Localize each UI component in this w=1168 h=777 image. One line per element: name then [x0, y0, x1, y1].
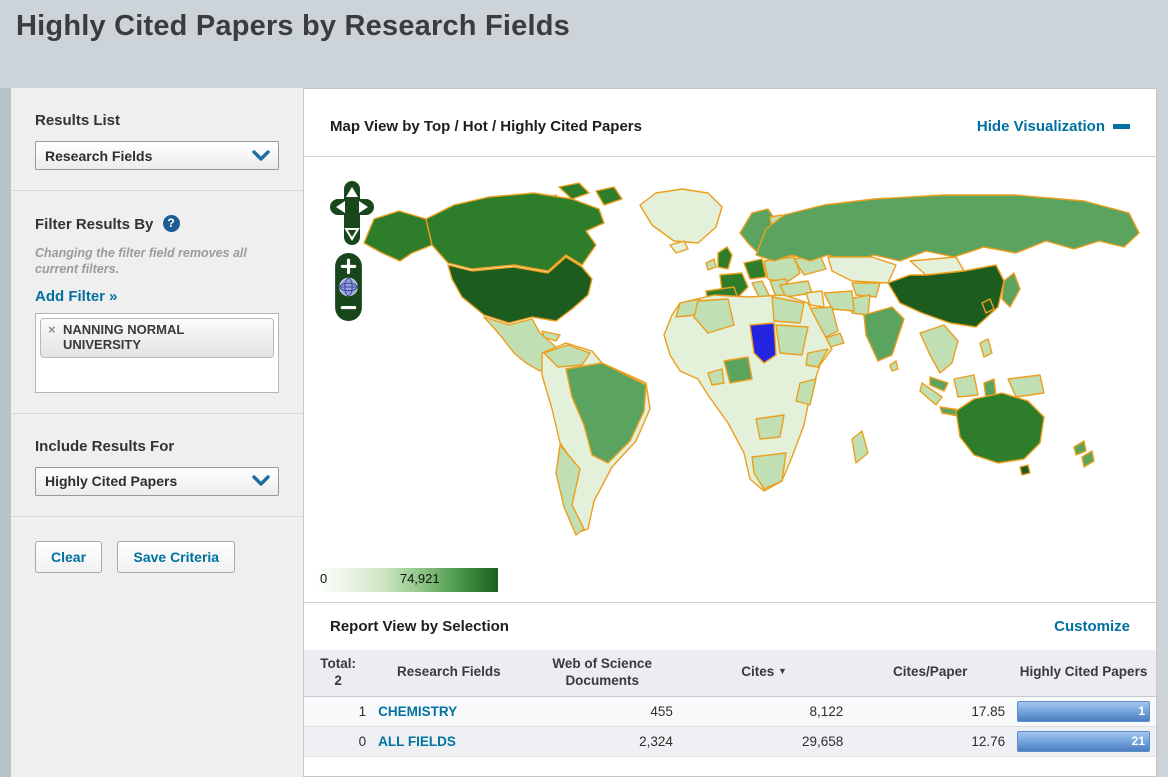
cites-value: 8,122: [678, 696, 850, 727]
col-cites-sortable[interactable]: Cites ▼: [678, 650, 850, 697]
include-results-section: Include Results For Highly Cited Papers: [11, 412, 303, 516]
cites-value: 29,658: [678, 726, 850, 757]
results-list-dropdown[interactable]: Research Fields: [35, 141, 279, 170]
highly-cited-bar: 1: [1017, 700, 1150, 722]
map-color-legend: 0 74,921: [316, 568, 498, 592]
table-row: 1 CHEMISTRY 455 8,122 17.85 1: [304, 696, 1156, 727]
customize-link[interactable]: Customize: [1054, 618, 1130, 635]
chevron-down-icon: [252, 475, 270, 486]
filter-results-section: Filter Results By ? Changing the filter …: [11, 190, 303, 413]
map-view-title: Map View by Top / Hot / Highly Cited Pap…: [330, 118, 642, 135]
table-row: 0 ALL FIELDS 2,324 29,658 12.76 21: [304, 726, 1156, 757]
include-results-heading: Include Results For: [35, 437, 175, 455]
total-count: 2: [334, 672, 342, 688]
col-cites-per-paper: Cites/Paper: [849, 650, 1012, 697]
total-header: Total: 2: [304, 650, 373, 697]
active-filters-box: × NANNING NORMAL UNIVERSITY: [35, 312, 279, 393]
add-filter-link[interactable]: Add Filter »: [35, 288, 118, 305]
row-rank: 0: [304, 726, 373, 757]
sort-desc-icon: ▼: [778, 666, 787, 677]
report-section-header: Report View by Selection Customize: [304, 602, 1156, 650]
filter-tag: × NANNING NORMAL UNIVERSITY: [40, 317, 274, 358]
col-wos-documents: Web of Science Documents: [525, 650, 679, 697]
hide-visualization-link[interactable]: Hide Visualization: [977, 118, 1130, 135]
save-criteria-button[interactable]: Save Criteria: [117, 540, 236, 573]
col-highly-cited-papers: Highly Cited Papers: [1011, 650, 1156, 697]
sidebar-actions: Clear Save Criteria: [11, 515, 303, 593]
results-list-heading: Results List: [35, 112, 121, 129]
chevron-down-icon: [252, 149, 270, 161]
field-link[interactable]: ALL FIELDS: [378, 734, 456, 749]
cpp-value: 12.76: [849, 726, 1012, 757]
main-panel: Map View by Top / Hot / Highly Cited Pap…: [303, 88, 1157, 777]
table-header-row: Total: 2 Research Fields Web of Science …: [304, 650, 1156, 697]
results-list-section: Results List Research Fields: [11, 88, 303, 190]
map-pan-control[interactable]: [330, 179, 374, 247]
help-icon[interactable]: ?: [162, 215, 180, 232]
globe-icon: [339, 277, 358, 297]
page-header: Highly Cited Papers by Research Fields: [0, 0, 1168, 88]
field-link[interactable]: CHEMISTRY: [378, 704, 457, 719]
legend-max: 74,921: [399, 571, 440, 586]
filter-note: Changing the filter field removes all cu…: [35, 246, 247, 277]
filter-tag-label: NANNING NORMAL UNIVERSITY: [63, 321, 185, 353]
report-view-title: Report View by Selection: [330, 618, 509, 635]
world-map[interactable]: [304, 157, 1156, 602]
remove-filter-icon[interactable]: ×: [48, 322, 56, 337]
report-table: Total: 2 Research Fields Web of Science …: [304, 650, 1156, 757]
map-zoom-control[interactable]: [335, 253, 362, 321]
map-section-header: Map View by Top / Hot / Highly Cited Pap…: [304, 89, 1156, 157]
cpp-value: 17.85: [849, 696, 1012, 727]
sidebar-filler: [11, 593, 303, 777]
filters-sidebar: Results List Research Fields Filter Resu…: [11, 88, 303, 777]
docs-value: 2,324: [525, 726, 679, 757]
include-results-selected: Highly Cited Papers: [45, 473, 178, 489]
results-list-selected: Research Fields: [45, 147, 153, 164]
legend-min: 0: [320, 571, 328, 586]
col-research-fields: Research Fields: [372, 650, 526, 697]
highly-cited-bar: 21: [1017, 730, 1150, 752]
bar-value: 21: [1131, 734, 1145, 749]
filter-results-heading: Filter Results By: [35, 216, 154, 233]
page-title: Highly Cited Papers by Research Fields: [16, 10, 570, 42]
row-rank: 1: [304, 696, 373, 727]
minus-icon: [1113, 124, 1130, 129]
docs-value: 455: [525, 696, 679, 727]
choropleth-map[interactable]: 0 74,921: [304, 157, 1156, 602]
bar-value: 1: [1138, 704, 1145, 719]
clear-button[interactable]: Clear: [35, 540, 103, 573]
include-results-dropdown[interactable]: Highly Cited Papers: [35, 466, 279, 496]
